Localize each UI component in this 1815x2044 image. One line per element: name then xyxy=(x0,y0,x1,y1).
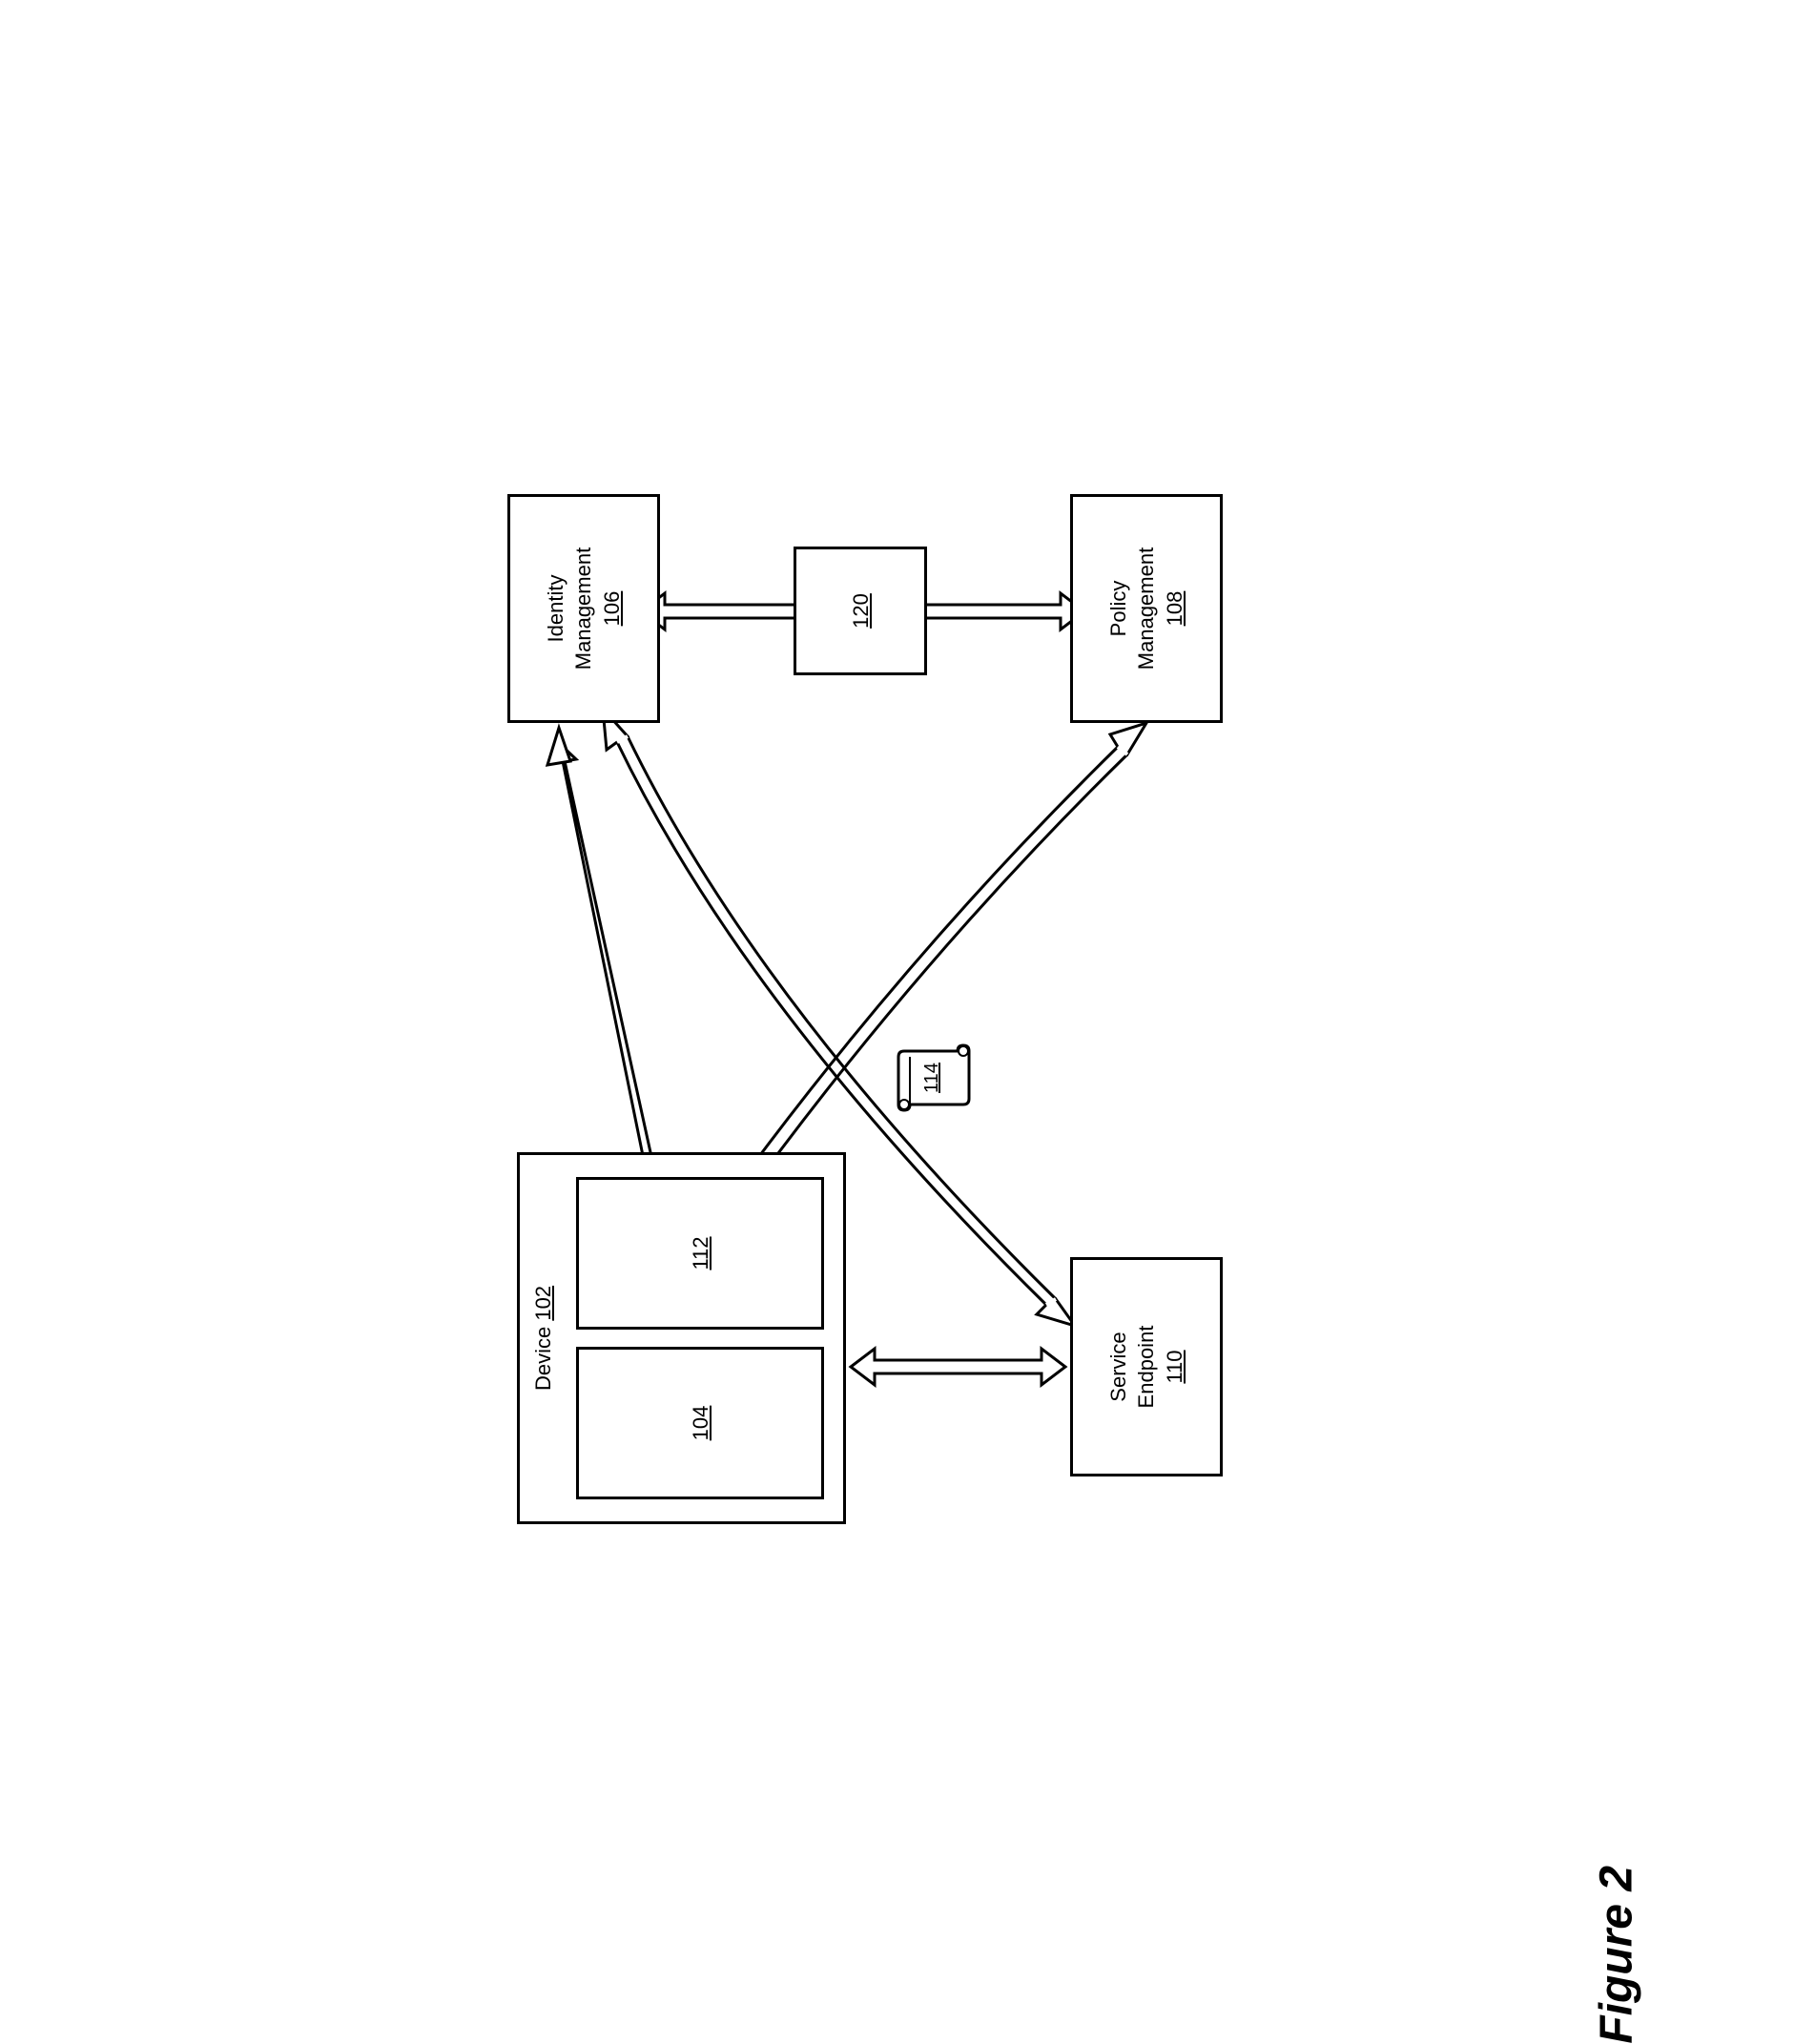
service-label-1: Service xyxy=(1105,1332,1133,1401)
identity-label-2: Management xyxy=(570,547,598,670)
scroll-114-ref: 114 xyxy=(920,1063,942,1093)
service-endpoint-box: Service Endpoint 110 xyxy=(1070,1257,1223,1476)
inner-112-ref: 112 xyxy=(689,1236,713,1270)
policy-ref: 108 xyxy=(1162,591,1186,627)
inner-box-104: 104 xyxy=(576,1347,824,1499)
service-label-2: Endpoint xyxy=(1133,1326,1161,1409)
middle-120-ref: 120 xyxy=(849,593,874,629)
inner-104-ref: 104 xyxy=(689,1406,713,1441)
service-ref: 110 xyxy=(1162,1350,1186,1383)
device-box: Device 102 104 112 xyxy=(517,1152,846,1524)
policy-label-1: Policy xyxy=(1105,581,1133,637)
identity-ref: 106 xyxy=(599,591,624,627)
inner-box-112: 112 xyxy=(576,1177,824,1330)
identity-management-box: Identity Management 106 xyxy=(507,494,660,723)
policy-label-2: Management xyxy=(1133,547,1161,670)
diagram-container: Device 102 104 112 Identity Management 1… xyxy=(479,437,1337,1581)
figure-label: Figure 2 xyxy=(1591,1866,1643,2044)
identity-label-1: Identity xyxy=(543,575,570,643)
scroll-114: 114 xyxy=(889,1040,975,1116)
device-inner-container: 104 112 xyxy=(520,1155,843,1521)
policy-management-box: Policy Management 108 xyxy=(1070,494,1223,723)
middle-box-120: 120 xyxy=(794,547,927,675)
